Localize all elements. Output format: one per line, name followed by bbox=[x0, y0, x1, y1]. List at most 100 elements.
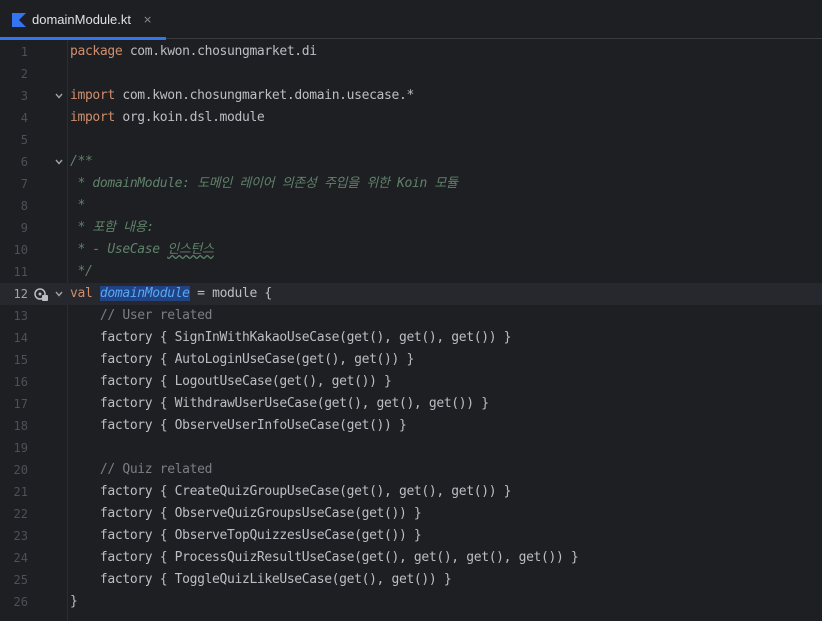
code-token: } bbox=[70, 594, 78, 609]
line-number[interactable]: 21 bbox=[0, 481, 28, 503]
fold-chevron-icon[interactable] bbox=[53, 283, 65, 305]
fold-chevron-icon[interactable] bbox=[53, 85, 65, 107]
code-line[interactable]: 22 factory { ObserveQuizGroupsUseCase(ge… bbox=[0, 503, 822, 525]
code-editor[interactable]: 1 package com.kwon.chosungmarket.di 2 3 impo… bbox=[0, 40, 822, 621]
code-text[interactable]: factory { CreateQuizGroupUseCase(get(), … bbox=[70, 481, 512, 503]
line-number[interactable]: 20 bbox=[0, 459, 28, 481]
code-line[interactable]: 16 factory { LogoutUseCase(get(), get())… bbox=[0, 371, 822, 393]
line-number[interactable]: 10 bbox=[0, 239, 28, 261]
code-line[interactable]: 14 factory { SignInWithKakaoUseCase(get(… bbox=[0, 327, 822, 349]
line-number[interactable]: 16 bbox=[0, 371, 28, 393]
code-text[interactable]: factory { ProcessQuizResultUseCase(get()… bbox=[70, 547, 579, 569]
code-line[interactable]: 19 bbox=[0, 437, 822, 459]
code-text[interactable]: factory { ObserveQuizGroupsUseCase(get()… bbox=[70, 503, 422, 525]
line-number[interactable]: 3 bbox=[0, 85, 28, 107]
code-line[interactable]: 21 factory { CreateQuizGroupUseCase(get(… bbox=[0, 481, 822, 503]
code-text[interactable]: factory { WithdrawUserUseCase(get(), get… bbox=[70, 393, 489, 415]
code-line[interactable]: 4 import org.koin.dsl.module bbox=[0, 107, 822, 129]
code-token: // User related bbox=[99, 308, 213, 323]
koin-definition-gutter-icon[interactable] bbox=[33, 286, 49, 302]
line-number[interactable]: 15 bbox=[0, 349, 28, 371]
line-number[interactable]: 17 bbox=[0, 393, 28, 415]
code-text[interactable]: import org.koin.dsl.module bbox=[70, 107, 265, 129]
code-line[interactable]: 7 * domainModule: 도메인 레이어 의존성 주입을 위한 Koi… bbox=[0, 173, 822, 195]
line-number[interactable]: 25 bbox=[0, 569, 28, 591]
line-number[interactable]: 13 bbox=[0, 305, 28, 327]
code-text[interactable]: // User related bbox=[70, 305, 213, 327]
code-line[interactable]: 25 factory { ToggleQuizLikeUseCase(get()… bbox=[0, 569, 822, 591]
code-line[interactable]: 9 * 포함 내용: bbox=[0, 217, 822, 239]
tab-label: domainModule.kt bbox=[32, 12, 131, 27]
code-text[interactable]: /** bbox=[70, 151, 93, 173]
code-line[interactable]: 26} bbox=[0, 591, 822, 613]
line-number[interactable]: 9 bbox=[0, 217, 28, 239]
code-token: com.kwon.chosungmarket.domain.usecase.* bbox=[114, 88, 414, 103]
line-number[interactable]: 18 bbox=[0, 415, 28, 437]
line-number[interactable]: 14 bbox=[0, 327, 28, 349]
code-text[interactable]: } bbox=[70, 591, 78, 613]
code-line[interactable]: 6 /** bbox=[0, 151, 822, 173]
line-number[interactable]: 5 bbox=[0, 129, 28, 151]
close-icon[interactable]: × bbox=[143, 13, 152, 26]
line-number[interactable]: 26 bbox=[0, 591, 28, 613]
code-token: // Quiz related bbox=[99, 462, 213, 477]
code-line[interactable]: 10 * - UseCase 인스턴스 bbox=[0, 239, 822, 261]
code-text[interactable]: factory { ObserveTopQuizzesUseCase(get()… bbox=[70, 525, 422, 547]
line-number[interactable]: 19 bbox=[0, 437, 28, 459]
code-token: * domainModule: 도메인 레이어 의존성 주입을 위한 Koin … bbox=[70, 176, 458, 191]
code-line[interactable]: 17 factory { WithdrawUserUseCase(get(), … bbox=[0, 393, 822, 415]
line-number[interactable]: 6 bbox=[0, 151, 28, 173]
code-token: * - UseCase bbox=[70, 242, 168, 257]
code-line[interactable]: 12 val domainModule = module { bbox=[0, 283, 822, 305]
code-text[interactable]: * bbox=[70, 195, 85, 217]
code-text[interactable]: val domainModule = module { bbox=[70, 283, 272, 305]
code-line[interactable]: 23 factory { ObserveTopQuizzesUseCase(ge… bbox=[0, 525, 822, 547]
code-token: factory { ObserveUserInfoUseCase(get()) … bbox=[70, 418, 407, 433]
line-number[interactable]: 11 bbox=[0, 261, 28, 283]
code-line[interactable]: 15 factory { AutoLoginUseCase(get(), get… bbox=[0, 349, 822, 371]
code-text[interactable]: package com.kwon.chosungmarket.di bbox=[70, 41, 317, 63]
fold-chevron-icon[interactable] bbox=[53, 151, 65, 173]
code-token: package bbox=[70, 44, 123, 59]
code-line[interactable]: 13 // User related bbox=[0, 305, 822, 327]
code-line[interactable]: 8 * bbox=[0, 195, 822, 217]
kotlin-file-icon bbox=[12, 12, 26, 27]
line-number[interactable]: 1 bbox=[0, 41, 28, 63]
line-number[interactable]: 23 bbox=[0, 525, 28, 547]
code-token: com.kwon.chosungmarket.di bbox=[122, 44, 317, 59]
line-number[interactable]: 8 bbox=[0, 195, 28, 217]
code-text[interactable]: * 포함 내용: bbox=[70, 217, 154, 239]
line-number[interactable]: 22 bbox=[0, 503, 28, 525]
code-text[interactable]: * domainModule: 도메인 레이어 의존성 주입을 위한 Koin … bbox=[70, 173, 458, 195]
code-line[interactable]: 2 bbox=[0, 63, 822, 85]
code-text[interactable]: * - UseCase 인스턴스 bbox=[70, 239, 214, 261]
code-line[interactable]: 24 factory { ProcessQuizResultUseCase(ge… bbox=[0, 547, 822, 569]
line-number[interactable]: 4 bbox=[0, 107, 28, 129]
code-line[interactable]: 5 bbox=[0, 129, 822, 151]
code-token: val bbox=[70, 286, 93, 301]
code-token: org.koin.dsl.module bbox=[114, 110, 265, 125]
code-token: 인스턴스 bbox=[167, 242, 214, 257]
editor-tab-bar: domainModule.kt × bbox=[0, 0, 822, 40]
code-line[interactable]: 18 factory { ObserveUserInfoUseCase(get(… bbox=[0, 415, 822, 437]
code-text[interactable]: import com.kwon.chosungmarket.domain.use… bbox=[70, 85, 414, 107]
code-token: factory { SignInWithKakaoUseCase(get(), … bbox=[70, 330, 512, 345]
code-text[interactable]: factory { AutoLoginUseCase(get(), get())… bbox=[70, 349, 414, 371]
tab-domainmodule[interactable]: domainModule.kt × bbox=[0, 0, 167, 40]
code-line[interactable]: 11 */ bbox=[0, 261, 822, 283]
line-number[interactable]: 12 bbox=[0, 283, 28, 305]
code-text[interactable]: factory { ToggleQuizLikeUseCase(get(), g… bbox=[70, 569, 452, 591]
code-line[interactable]: 1 package com.kwon.chosungmarket.di bbox=[0, 41, 822, 63]
code-line[interactable]: 20 // Quiz related bbox=[0, 459, 822, 481]
line-number[interactable]: 2 bbox=[0, 63, 28, 85]
code-text[interactable]: factory { LogoutUseCase(get(), get()) } bbox=[70, 371, 392, 393]
code-line[interactable]: 3 import com.kwon.chosungmarket.domain.us… bbox=[0, 85, 822, 107]
code-token: factory { AutoLoginUseCase(get(), get())… bbox=[70, 352, 414, 367]
code-text[interactable]: */ bbox=[70, 261, 92, 283]
code-text[interactable]: factory { ObserveUserInfoUseCase(get()) … bbox=[70, 415, 407, 437]
line-number[interactable]: 7 bbox=[0, 173, 28, 195]
code-text[interactable]: // Quiz related bbox=[70, 459, 213, 481]
line-number[interactable]: 24 bbox=[0, 547, 28, 569]
code-text[interactable]: factory { SignInWithKakaoUseCase(get(), … bbox=[70, 327, 512, 349]
